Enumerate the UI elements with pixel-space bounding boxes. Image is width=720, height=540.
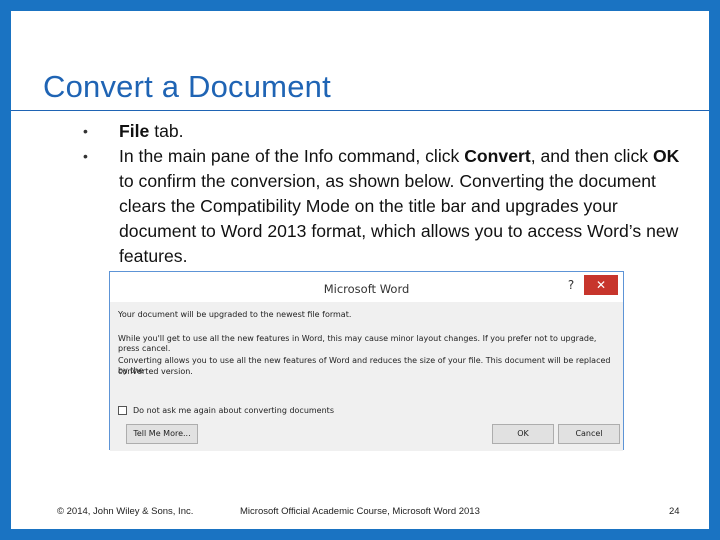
tell-me-more-button[interactable]: Tell Me More... [126,424,198,444]
slide-title: Convert a Document [43,69,331,104]
convert-dialog-screenshot: Microsoft Word ? ✕ Your document will be… [109,271,624,451]
bullet-text: to confirm the conversion, as shown belo… [119,171,679,266]
footer-page-number: 24 [669,506,680,517]
bullet-item: • In the main pane of the Info command, … [83,144,683,269]
bullet-glyph: • [83,148,88,164]
bullet-bold-text: File [119,121,150,141]
dialog-titlebar: Microsoft Word ? ✕ [110,272,623,302]
checkbox-label: Do not ask me again about converting doc… [133,406,334,415]
slide: Convert a Document • File tab. • In the … [11,11,709,529]
bullet-glyph: • [83,123,88,139]
bullet-bold-text: Convert [464,146,531,166]
dialog-title: Microsoft Word [323,282,410,296]
bullet-text: , and then click [530,146,653,166]
dialog-body: Your document will be upgraded to the ne… [110,302,623,451]
do-not-ask-row: Do not ask me again about converting doc… [118,406,334,415]
ok-button[interactable]: OK [492,424,554,444]
dialog-message: converted version. [118,367,193,376]
close-button[interactable]: ✕ [584,275,618,295]
dialog-message: While you'll get to use all the new feat… [118,334,597,353]
bullet-bold-text: OK [652,146,680,166]
footer-course: Microsoft Official Academic Course, Micr… [240,506,480,517]
footer-copyright: © 2014, John Wiley & Sons, Inc. [57,506,194,517]
bullet-text: In the main pane of the Info command, cl… [119,146,465,166]
bullet-text: tab. [149,121,184,141]
cancel-button[interactable]: Cancel [558,424,620,444]
do-not-ask-checkbox[interactable] [118,406,127,415]
dialog-message: Your document will be upgraded to the ne… [118,310,352,319]
title-divider [11,110,709,111]
help-button[interactable]: ? [564,278,578,294]
bullet-list: • File tab. • In the main pane of the In… [83,119,683,269]
bullet-item: • File tab. [83,119,683,144]
